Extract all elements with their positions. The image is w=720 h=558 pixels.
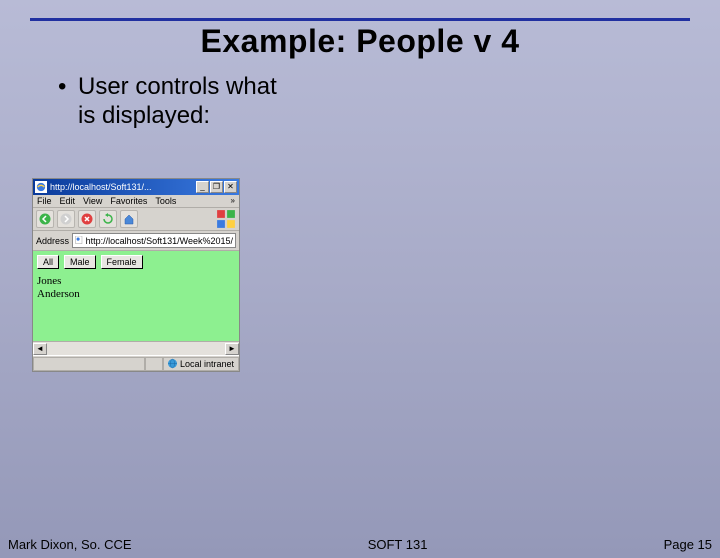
page-content: All Male Female Jones Anderson [33,251,239,341]
close-button[interactable]: ✕ [224,181,237,193]
stop-button[interactable] [78,210,96,228]
status-cell [145,357,163,371]
filter-male-button[interactable]: Male [64,255,96,269]
zone-text: Local intranet [180,359,234,369]
browser-window: http://localhost/Soft131/... _ ❐ ✕ File … [32,178,240,372]
menu-edit[interactable]: Edit [60,196,76,206]
menu-view[interactable]: View [83,196,102,206]
home-button[interactable] [120,210,138,228]
filter-all-button[interactable]: All [37,255,59,269]
address-input[interactable]: http://localhost/Soft131/Week%2015/ [72,233,236,248]
address-label: Address [36,236,69,246]
zone-indicator: Local intranet [163,357,239,371]
address-text: http://localhost/Soft131/Week%2015/ [86,236,233,246]
footer-page: Page 15 [664,537,712,552]
filter-female-button[interactable]: Female [101,255,143,269]
forward-button[interactable] [57,210,75,228]
address-bar: Address http://localhost/Soft131/Week%20… [33,231,239,251]
footer-course: SOFT 131 [368,537,428,552]
menu-overflow-icon[interactable]: » [231,196,235,206]
bullet-text-1: User controls what [78,73,277,100]
menu-favorites[interactable]: Favorites [110,196,147,206]
window-title-text: http://localhost/Soft131/... [50,182,196,192]
minimize-button[interactable]: _ [196,181,209,193]
list-item: Anderson [37,288,235,301]
slide-footer: Mark Dixon, So. CCE SOFT 131 Page 15 [8,537,712,552]
refresh-button[interactable] [99,210,117,228]
status-bar: Local intranet [33,355,239,371]
globe-icon [167,358,178,369]
bullet-item: •User controls what [58,72,720,102]
windows-logo-icon [216,210,236,228]
scroll-left-button[interactable]: ◄ [33,343,47,355]
status-cell [33,357,145,371]
slide-title: Example: People v 4 [30,23,690,60]
results-list: Jones Anderson [37,275,235,301]
menu-file[interactable]: File [37,196,52,206]
menu-bar: File Edit View Favorites Tools » [33,195,239,208]
list-item: Jones [37,275,235,288]
scroll-right-button[interactable]: ► [225,343,239,355]
window-titlebar: http://localhost/Soft131/... _ ❐ ✕ [33,179,239,195]
page-icon [75,235,84,246]
maximize-button[interactable]: ❐ [210,181,223,193]
bullet-text-2: is displayed: [78,102,720,130]
menu-tools[interactable]: Tools [155,196,176,206]
back-button[interactable] [36,210,54,228]
toolbar [33,208,239,231]
ie-icon [35,181,47,193]
horizontal-scrollbar[interactable]: ◄ ► [33,341,239,355]
footer-author: Mark Dixon, So. CCE [8,537,132,552]
